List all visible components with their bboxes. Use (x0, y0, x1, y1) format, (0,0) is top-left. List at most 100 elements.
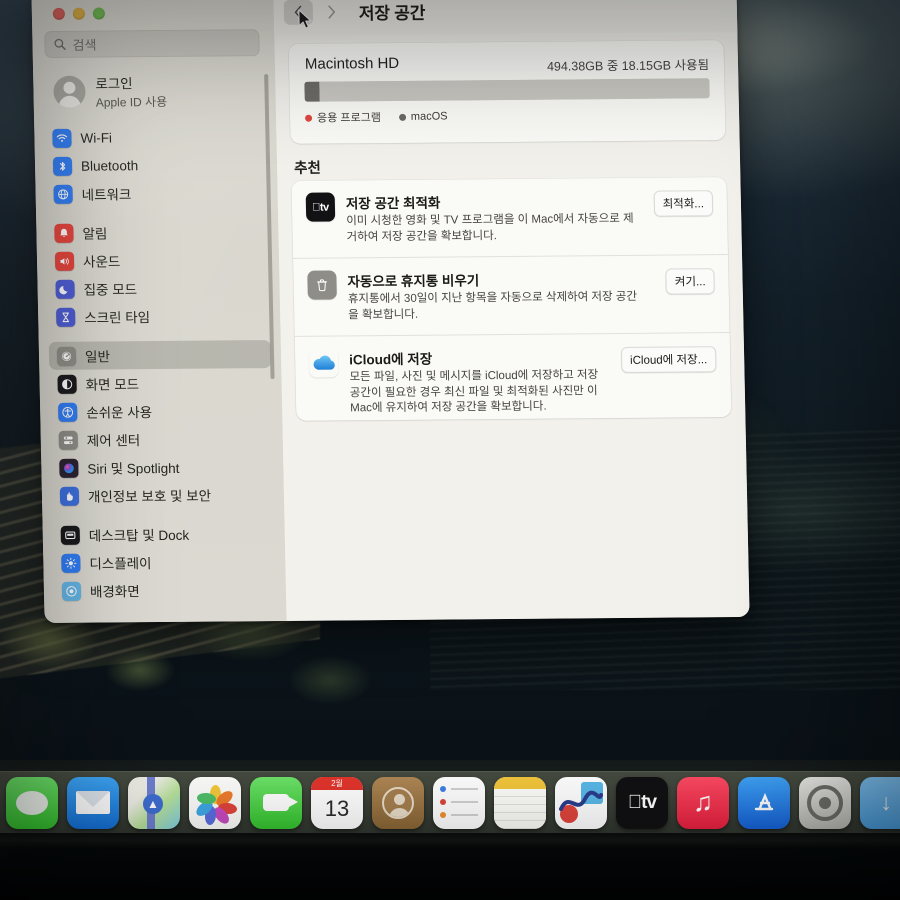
recommendation-text: iCloud에 저장 모든 파일, 사진 및 메시지를 iCloud에 저장하고 … (349, 346, 611, 417)
mail-icon[interactable] (67, 776, 119, 829)
siri-icon (59, 458, 79, 478)
recommendation-action-button[interactable]: 최적화... (653, 190, 714, 217)
storage-segment-macOS (304, 81, 320, 102)
display-brightness-icon (61, 553, 81, 573)
sidebar-item-label: 배경화면 (89, 584, 140, 600)
sidebar-item-일반[interactable]: 일반 (48, 340, 272, 370)
volume-name: Macintosh HD (304, 54, 400, 73)
legend-label: macOS (410, 110, 448, 123)
sidebar-item-사운드[interactable]: 사운드 (47, 245, 270, 275)
forward-button[interactable] (317, 0, 347, 25)
sidebar-item-개인정보-보호-및-보안[interactable]: 개인정보 보호 및 보안 (52, 480, 275, 510)
bell-icon (54, 223, 74, 243)
sidebar-item-배경화면[interactable]: 배경화면 (54, 575, 277, 605)
recommendation-text: 저장 공간 최적화 이미 시청한 영화 및 TV 프로그램을 이 Mac에서 자동… (346, 190, 644, 246)
recommendation-description: 모든 파일, 사진 및 메시지를 iCloud에 저장하고 저장 공간이 필요한… (349, 369, 599, 415)
storage-usage-text: 494.38GB 중 18.15GB 사용됨 (546, 58, 710, 74)
sidebar-item-label: Bluetooth (80, 157, 139, 174)
control-center-icon (58, 430, 78, 450)
maps-icon[interactable]: ▲ (128, 776, 180, 829)
search-icon (54, 38, 66, 50)
sidebar-item-label: 제어 센터 (86, 433, 141, 449)
sidebar-item-label: Siri 및 Spotlight (87, 460, 180, 477)
recommendation-text: 자동으로 휴지통 비우기 휴지통에서 30일이 지난 항목을 자동으로 삭제하여 … (347, 268, 655, 324)
sidebar-group-3: 데스크탑 및 Dock 디스플레이배경화면 (52, 519, 276, 605)
sidebar-group-0: Wi-Fi Bluetooth 네트워크 (44, 122, 268, 208)
wifi-icon (52, 128, 72, 148)
recommendation-action-button[interactable]: 켜기... (665, 268, 715, 295)
recommendations-heading: 추천 (293, 160, 322, 177)
laptop-hinge (0, 833, 900, 849)
dock: ▲ 2월 13 tv♫ ↓ (0, 771, 900, 833)
sidebar-item-label: 스크린 타임 (84, 310, 151, 326)
music-icon[interactable]: ♫ (677, 776, 729, 829)
sidebar-item-label: 네트워크 (81, 187, 132, 203)
apple-tv-icon: tv (305, 192, 336, 222)
recommendation-title: iCloud에 저장 (349, 351, 433, 368)
search-input[interactable]: 검색 (44, 29, 260, 59)
photos-icon[interactable] (189, 776, 241, 829)
recommendation-description: 이미 시청한 영화 및 TV 프로그램을 이 Mac에서 자동으로 제거하여 저… (346, 212, 634, 243)
legend-entry: macOS (398, 110, 448, 123)
apple-tv-dock-icon[interactable]: tv (616, 776, 668, 829)
storage-card: Macintosh HD 494.38GB 중 18.15GB 사용됨 응용 프… (288, 40, 726, 144)
account-subtitle: Apple ID 사용 (95, 94, 168, 110)
account-title: 로그인 (95, 76, 133, 92)
close-button[interactable] (52, 7, 66, 20)
storage-usage-bar (304, 78, 710, 102)
app-store-icon[interactable] (738, 776, 790, 829)
legend-dot (305, 114, 313, 122)
hourglass-icon (56, 307, 76, 327)
contacts-icon[interactable] (372, 776, 424, 829)
table-surface (0, 849, 900, 900)
sidebar-item-label: 사운드 (82, 254, 121, 270)
trash-icon (307, 270, 337, 300)
facetime-icon[interactable] (250, 776, 302, 829)
sidebar-item-손쉬운-사용[interactable]: 손쉬운 사용 (50, 396, 273, 426)
sidebar-item-알림[interactable]: 알림 (46, 217, 269, 247)
notes-icon[interactable] (494, 776, 546, 829)
recommendation-row: iCloud에 저장 모든 파일, 사진 및 메시지를 iCloud에 저장하고 … (294, 332, 732, 430)
appearance-icon (57, 374, 77, 394)
recommendation-description: 휴지통에서 30일이 지난 항목을 자동으로 삭제하여 저장 공간을 확보합니다… (347, 290, 638, 321)
minimize-button[interactable] (72, 7, 86, 20)
sidebar-item-네트워크[interactable]: 네트워크 (45, 178, 268, 208)
freeform-icon[interactable] (555, 776, 607, 829)
window-traffic-lights[interactable] (52, 7, 105, 20)
search-placeholder: 검색 (72, 37, 97, 53)
speaker-icon (54, 251, 75, 271)
messages-icon[interactable] (6, 776, 58, 829)
downloads-folder-icon[interactable]: ↓ (860, 776, 900, 829)
reminders-icon[interactable] (433, 776, 485, 829)
legend-entry: 응용 프로그램 (305, 109, 381, 126)
maximize-button[interactable] (92, 7, 105, 20)
sidebar-item-label: 집중 모드 (83, 282, 138, 298)
sidebar-item-스크린-타임[interactable]: 스크린 타임 (48, 301, 271, 331)
sidebar-item-화면-모드[interactable]: 화면 모드 (49, 368, 272, 398)
sidebar-item-label: 개인정보 보호 및 보안 (87, 488, 212, 505)
sidebar-item-label: Wi-Fi (80, 129, 113, 146)
sidebar-item-wi-fi[interactable]: Wi-Fi (44, 122, 267, 152)
legend-label: 응용 프로그램 (316, 112, 382, 125)
page-title: 저장 공간 (358, 3, 426, 24)
apple-id-account-row[interactable]: 로그인 Apple ID 사용 (45, 68, 261, 114)
settings-detail-pane: 저장 공간 Macintosh HD 494.38GB 중 18.15GB 사용… (273, 0, 750, 621)
sidebar-item-디스플레이[interactable]: 디스플레이 (53, 547, 276, 577)
avatar-icon (53, 75, 86, 108)
network-globe-icon (53, 184, 73, 204)
sidebar-item-siri-및-spotlight[interactable]: Siri 및 Spotlight (51, 452, 274, 482)
system-settings-window: 검색 로그인 Apple ID 사용 Wi-Fi Bluetooth 네트워크알림사… (31, 0, 750, 624)
gear-icon (56, 346, 77, 366)
recommendations-card: tv 저장 공간 최적화이미 시청한 영화 및 TV 프로그램을 이 Mac에서… (291, 177, 732, 430)
recommendation-title: 자동으로 휴지통 비우기 (347, 273, 480, 290)
system-settings-icon[interactable] (799, 776, 851, 829)
mouse-cursor (298, 9, 312, 29)
recommendation-action-button[interactable]: iCloud에 저장... (620, 346, 717, 374)
sidebar-item-집중-모드[interactable]: 집중 모드 (47, 273, 270, 303)
sidebar-item-데스크탑-및-dock[interactable]: 데스크탑 및 Dock (52, 519, 275, 549)
sidebar-item-bluetooth[interactable]: Bluetooth (45, 150, 268, 180)
sidebar-item-제어-센터[interactable]: 제어 센터 (51, 424, 274, 454)
bluetooth-icon (52, 156, 73, 176)
privacy-hand-icon (59, 486, 80, 506)
calendar-icon[interactable]: 2월 13 (311, 776, 363, 829)
